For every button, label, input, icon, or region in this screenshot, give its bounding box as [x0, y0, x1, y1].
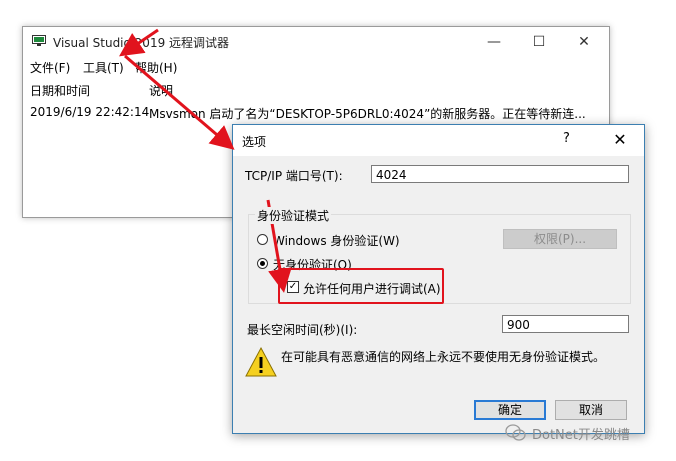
- dialog-title: 选项: [242, 135, 267, 149]
- annotation-highlight-box: [278, 268, 444, 304]
- menu-file[interactable]: 文件(F): [30, 59, 70, 76]
- column-header-datetime[interactable]: 日期和时间: [30, 82, 90, 99]
- port-input[interactable]: 4024: [371, 165, 629, 183]
- menu-help[interactable]: 帮助(H): [135, 59, 177, 76]
- ok-button[interactable]: 确定: [474, 400, 546, 420]
- column-header-description[interactable]: 说明: [149, 82, 173, 99]
- auth-group-label: 身份验证模式: [255, 207, 332, 224]
- monitor-icon: [32, 35, 46, 46]
- dialog-close-button[interactable]: ✕: [601, 128, 639, 152]
- windows-auth-label[interactable]: Windows 身份验证(W): [273, 232, 400, 249]
- menu-bar: 文件(F) 工具(T) 帮助(H): [23, 57, 609, 77]
- permissions-button[interactable]: 权限(P)...: [503, 229, 617, 249]
- windows-auth-radio[interactable]: [257, 234, 268, 245]
- menu-tools[interactable]: 工具(T): [83, 59, 124, 76]
- idle-time-label: 最长空闲时间(秒)(I):: [247, 323, 358, 337]
- dialog-title-bar[interactable]: 选项 ? ✕: [233, 125, 644, 156]
- window-title: Visual Studio 2019 远程调试器: [53, 36, 230, 50]
- minimize-button[interactable]: —: [479, 31, 509, 53]
- cancel-button[interactable]: 取消: [555, 400, 627, 420]
- close-button[interactable]: ✕: [569, 31, 599, 53]
- wechat-icon: [505, 424, 526, 441]
- log-row-description[interactable]: Msvsmon 启动了名为“DESKTOP-5P6DRL0:4024”的新服务器…: [149, 105, 586, 122]
- port-label: TCP/IP 端口号(T):: [245, 169, 343, 183]
- title-bar[interactable]: Visual Studio 2019 远程调试器 — ☐ ✕: [23, 27, 609, 57]
- maximize-button[interactable]: ☐: [524, 31, 554, 53]
- warning-icon: [245, 346, 277, 377]
- watermark-text: DotNet开发跳槽: [532, 428, 630, 443]
- log-row-time[interactable]: 2019/6/19 22:42:14: [30, 105, 149, 119]
- no-auth-radio[interactable]: [257, 258, 268, 269]
- idle-time-input[interactable]: 900: [502, 315, 629, 333]
- help-button[interactable]: ?: [563, 131, 570, 146]
- warning-text: 在可能具有恶意通信的网络上永远不要使用无身份验证模式。: [281, 350, 606, 364]
